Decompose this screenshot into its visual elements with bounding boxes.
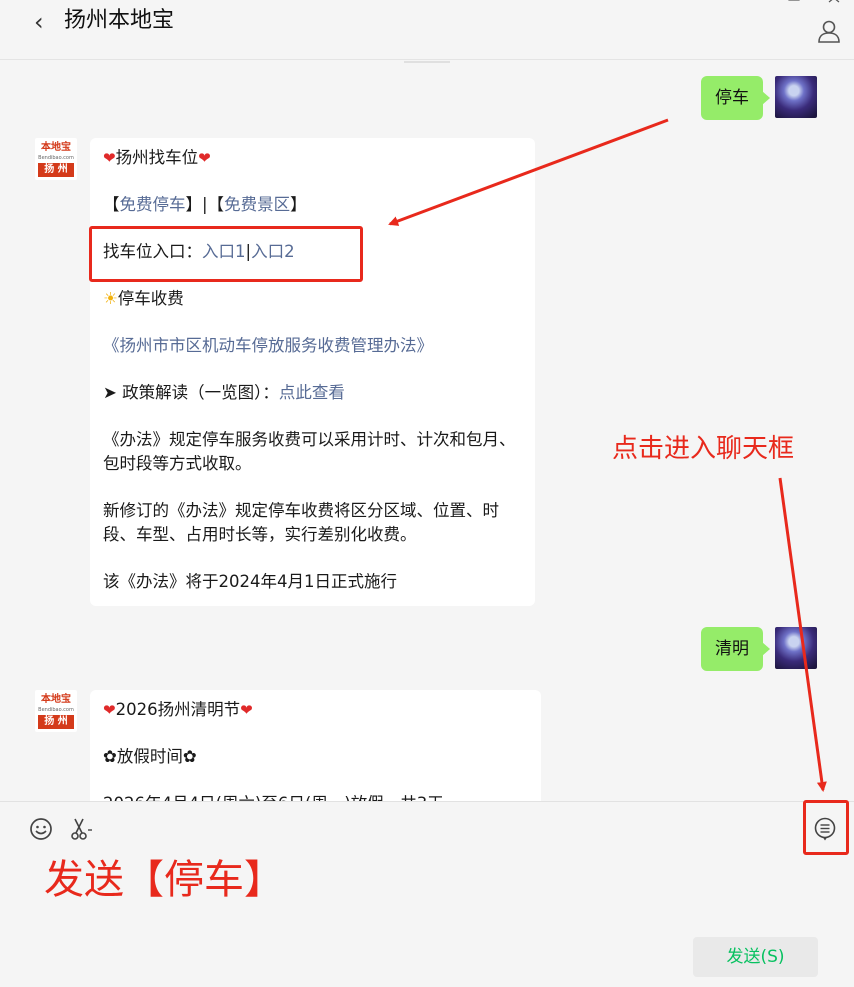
arrow-to-history <box>778 477 827 792</box>
arrow-to-entry <box>388 118 669 226</box>
annotation-arrows <box>388 118 827 792</box>
